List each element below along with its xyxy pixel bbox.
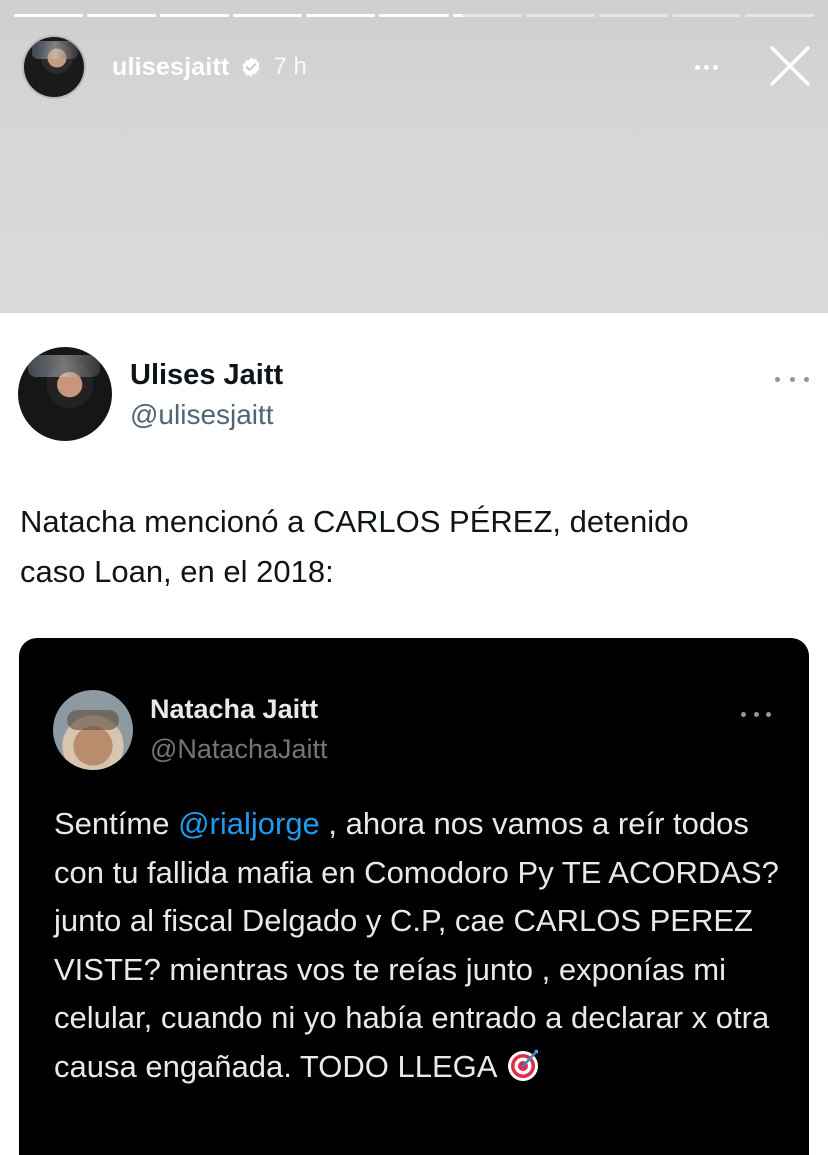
story-progress-segment	[87, 14, 157, 17]
tweet-text: Natacha mencionó a CARLOS PÉREZ, detenid…	[20, 497, 810, 597]
story-progress-segment	[598, 14, 668, 17]
story-progress-segment	[160, 14, 230, 17]
story-header: ulisesjaitt 7 h	[22, 34, 812, 100]
story-progress-segment	[306, 14, 376, 17]
story-progress-segment	[744, 14, 815, 17]
quoted-more-icon[interactable]	[741, 709, 771, 719]
story-progress-fill	[233, 14, 303, 17]
tweet-text-line: Natacha mencionó a CARLOS PÉREZ, detenid…	[20, 504, 689, 539]
quoted-tweet[interactable]: Natacha Jaitt @NatachaJaitt Sentíme @ria…	[19, 638, 809, 1155]
tweet-header: Ulises Jaitt @ulisesjaitt	[18, 347, 813, 443]
story-progress-fill	[87, 14, 157, 17]
quoted-author-avatar[interactable]	[53, 690, 133, 770]
mention-link[interactable]: @rialjorge	[178, 806, 320, 841]
close-icon[interactable]	[768, 44, 812, 88]
tweet-author-avatar[interactable]	[18, 347, 112, 441]
tweet-text-line: caso Loan, en el 2018:	[20, 554, 334, 589]
quoted-text-start: Sentíme	[54, 806, 179, 841]
tweet-more-icon[interactable]	[775, 371, 809, 387]
story-progress-bar	[14, 14, 815, 18]
direct-hit-target-icon	[508, 1049, 539, 1081]
verified-badge-icon	[242, 57, 260, 77]
story-progress-fill	[452, 14, 463, 17]
tweet-author-handle[interactable]: @ulisesjaitt	[130, 399, 274, 431]
story-header-area[interactable]: ulisesjaitt 7 h	[0, 0, 828, 313]
quoted-tweet-text: Sentíme @rialjorge , ahora nos vamos a r…	[54, 800, 794, 1091]
story-progress-fill	[306, 14, 376, 17]
story-progress-fill	[160, 14, 230, 17]
story-progress-segment	[14, 14, 84, 17]
story-author-avatar[interactable]	[22, 35, 86, 99]
story-progress-segment	[379, 14, 449, 17]
quoted-text-rest: , ahora nos vamos a reír todos con tu fa…	[54, 806, 779, 1084]
story-progress-fill	[14, 14, 84, 17]
story-progress-segment	[452, 14, 522, 17]
tweet-author-name[interactable]: Ulises Jaitt	[130, 359, 283, 392]
quoted-author-handle[interactable]: @NatachaJaitt	[150, 734, 328, 765]
story-progress-fill	[379, 14, 449, 17]
story-username[interactable]: ulisesjaitt	[112, 53, 230, 82]
story-timestamp: 7 h	[273, 53, 307, 80]
story-progress-segment	[233, 14, 303, 17]
quoted-author-name[interactable]: Natacha Jaitt	[150, 694, 318, 725]
story-progress-segment	[525, 14, 595, 17]
story-progress-segment	[671, 14, 741, 17]
tweet-card[interactable]: Ulises Jaitt @ulisesjaitt Natacha mencio…	[0, 313, 828, 1155]
more-horizontal-icon[interactable]	[686, 54, 726, 80]
